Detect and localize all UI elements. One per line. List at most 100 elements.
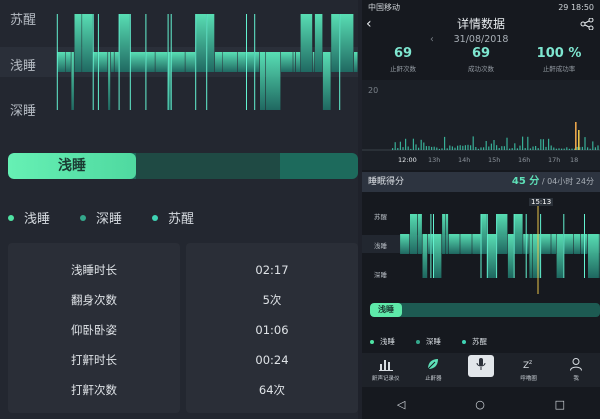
tab-stopper[interactable]: 止鼾器 xyxy=(410,353,458,387)
snore-bar xyxy=(503,146,505,150)
back-icon[interactable]: ‹ xyxy=(366,14,372,34)
snore-bar xyxy=(575,122,577,150)
hypnogram-segment xyxy=(540,234,551,254)
hypnogram-segment xyxy=(322,52,331,110)
leaf-icon xyxy=(428,359,439,370)
nav-bar: ‹ 详情数据 xyxy=(362,14,600,34)
hypnogram-segment xyxy=(119,14,130,72)
snore-bar xyxy=(449,145,451,150)
snore-bar xyxy=(444,136,446,150)
legend-awake: 苏醒 xyxy=(152,208,194,227)
left-panel: 苏醒 浅睡 深睡 浅睡 浅睡 深睡 苏醒 浅睡时长 翻身次数 仰卧卧姿 打鼾时长… xyxy=(0,0,358,419)
snore-bar xyxy=(597,145,599,150)
date-text: 31/08/2018 xyxy=(453,34,509,45)
snore-bar xyxy=(470,145,472,150)
snore-bar xyxy=(459,145,461,150)
sleep-score-value: 45 分 xyxy=(511,176,540,187)
snore-bar xyxy=(506,137,508,150)
hypnogram-segment xyxy=(110,52,114,72)
x-tick-label: 13h xyxy=(428,156,440,164)
stat-label-turn-count: 翻身次数 xyxy=(71,293,117,307)
hypnogram-segment xyxy=(551,234,557,254)
prev-date-icon[interactable]: ‹ xyxy=(430,34,434,45)
tab-snore-recorder[interactable]: 鼾声记录仪 xyxy=(362,353,410,387)
system-home-icon[interactable]: ○ xyxy=(475,398,485,411)
hypnogram-segment xyxy=(57,52,66,72)
snore-bar xyxy=(493,140,495,150)
zzz-icon: Z z xyxy=(523,359,532,371)
snore-bar-svg: 12:00 13h 14h 15h 16h 17h 18 xyxy=(362,122,600,164)
snore-bar xyxy=(451,146,453,150)
snore-bar xyxy=(402,147,404,150)
stat-value-supine: 01:06 xyxy=(255,323,289,337)
hypnogram-segment xyxy=(314,14,323,72)
snore-bar xyxy=(415,144,417,150)
snore-bar xyxy=(425,146,427,150)
legend-label-light: 浅睡 xyxy=(380,337,395,346)
cursor-time-label: 15:13 xyxy=(529,198,554,206)
tab-record[interactable] xyxy=(457,353,505,387)
snore-bar xyxy=(477,148,479,150)
snore-bar xyxy=(516,148,518,150)
bar-chart-icon xyxy=(378,360,393,371)
user-icon xyxy=(570,358,583,371)
hypnogram-segment xyxy=(532,234,540,278)
kpi-value: 69 xyxy=(471,46,491,61)
hypnogram-segment xyxy=(445,214,449,254)
snore-bar xyxy=(472,136,474,150)
snore-bar xyxy=(397,148,399,150)
hypnogram-segment xyxy=(281,52,293,72)
tab-bar: 鼾声记录仪 止鼾器 Z z 呼噜圈 我 xyxy=(362,353,600,387)
hypnogram-segment xyxy=(427,234,431,254)
kpi-success-count: 69 成功次数 xyxy=(446,46,516,73)
snore-bar xyxy=(558,148,560,150)
legend-label-light: 浅睡 xyxy=(24,212,51,227)
stats-labels-card: 浅睡时长 翻身次数 仰卧卧姿 打鼾时长 打鼾次数 xyxy=(8,243,180,413)
snore-bar-chart[interactable]: 20 12:00 13h 14h 15h 16h 17h 18 xyxy=(362,80,600,170)
share-icon[interactable] xyxy=(580,18,594,30)
hypnogram-segment xyxy=(185,52,196,72)
phone-screen: 中国移动 29 18:50 ‹ 详情数据 ‹ 31/08/2018 69 止鼾次… xyxy=(362,0,600,419)
hypnogram-segment xyxy=(171,52,185,72)
stat-label-supine: 仰卧卧姿 xyxy=(71,323,117,337)
hypnogram-segment xyxy=(260,52,266,110)
hypnogram-segment xyxy=(74,14,82,72)
tab-label: 鼾声记录仪 xyxy=(372,376,400,382)
right-hypnogram-area[interactable]: 苏醒 浅睡 深睡 15:13 xyxy=(362,194,600,294)
snore-bar xyxy=(454,147,456,150)
hypnogram-segment xyxy=(507,234,514,278)
system-back-icon[interactable]: ◁ xyxy=(397,398,405,411)
sleep-stage-bar[interactable]: 浅睡 xyxy=(8,153,358,179)
hypnogram-segment xyxy=(114,52,119,72)
snore-bar xyxy=(457,145,459,150)
sleep-score-title: 睡眠得分 xyxy=(368,177,405,187)
snore-bar xyxy=(475,147,477,150)
x-tick-label: 16h xyxy=(518,156,530,164)
snore-bar xyxy=(488,146,490,150)
snore-bar xyxy=(462,145,464,150)
tab-snore-circle[interactable]: Z z 呼噜圈 xyxy=(505,353,553,387)
legend-deep: 深睡 xyxy=(80,208,122,227)
stat-value-turn-count: 5次 xyxy=(262,293,282,307)
y-axis-top-label: 20 xyxy=(368,86,379,95)
legend-light: 浅睡 xyxy=(8,208,50,227)
hypnogram-segment xyxy=(563,234,574,254)
hypnogram-segment xyxy=(588,234,599,278)
sleep-stage-bar[interactable]: 浅睡 xyxy=(370,303,600,317)
hypnogram-segment xyxy=(523,234,526,254)
snore-bar xyxy=(587,147,589,150)
hypnogram-segment xyxy=(246,52,255,72)
snore-bar xyxy=(545,146,547,150)
legend-label-awake: 苏醒 xyxy=(168,212,195,227)
y-label-light: 浅睡 xyxy=(374,242,387,250)
snore-bar xyxy=(594,147,596,150)
snore-bar xyxy=(514,143,516,150)
snore-bar xyxy=(405,138,407,150)
system-recent-icon[interactable]: □ xyxy=(555,398,565,411)
battery-level: 29 xyxy=(558,2,569,12)
tab-me[interactable]: 我 xyxy=(552,353,600,387)
legend-dot-light xyxy=(8,214,14,221)
snore-bar xyxy=(524,148,526,150)
snore-bar xyxy=(433,146,435,150)
stat-value-snore-duration: 00:24 xyxy=(255,353,289,367)
